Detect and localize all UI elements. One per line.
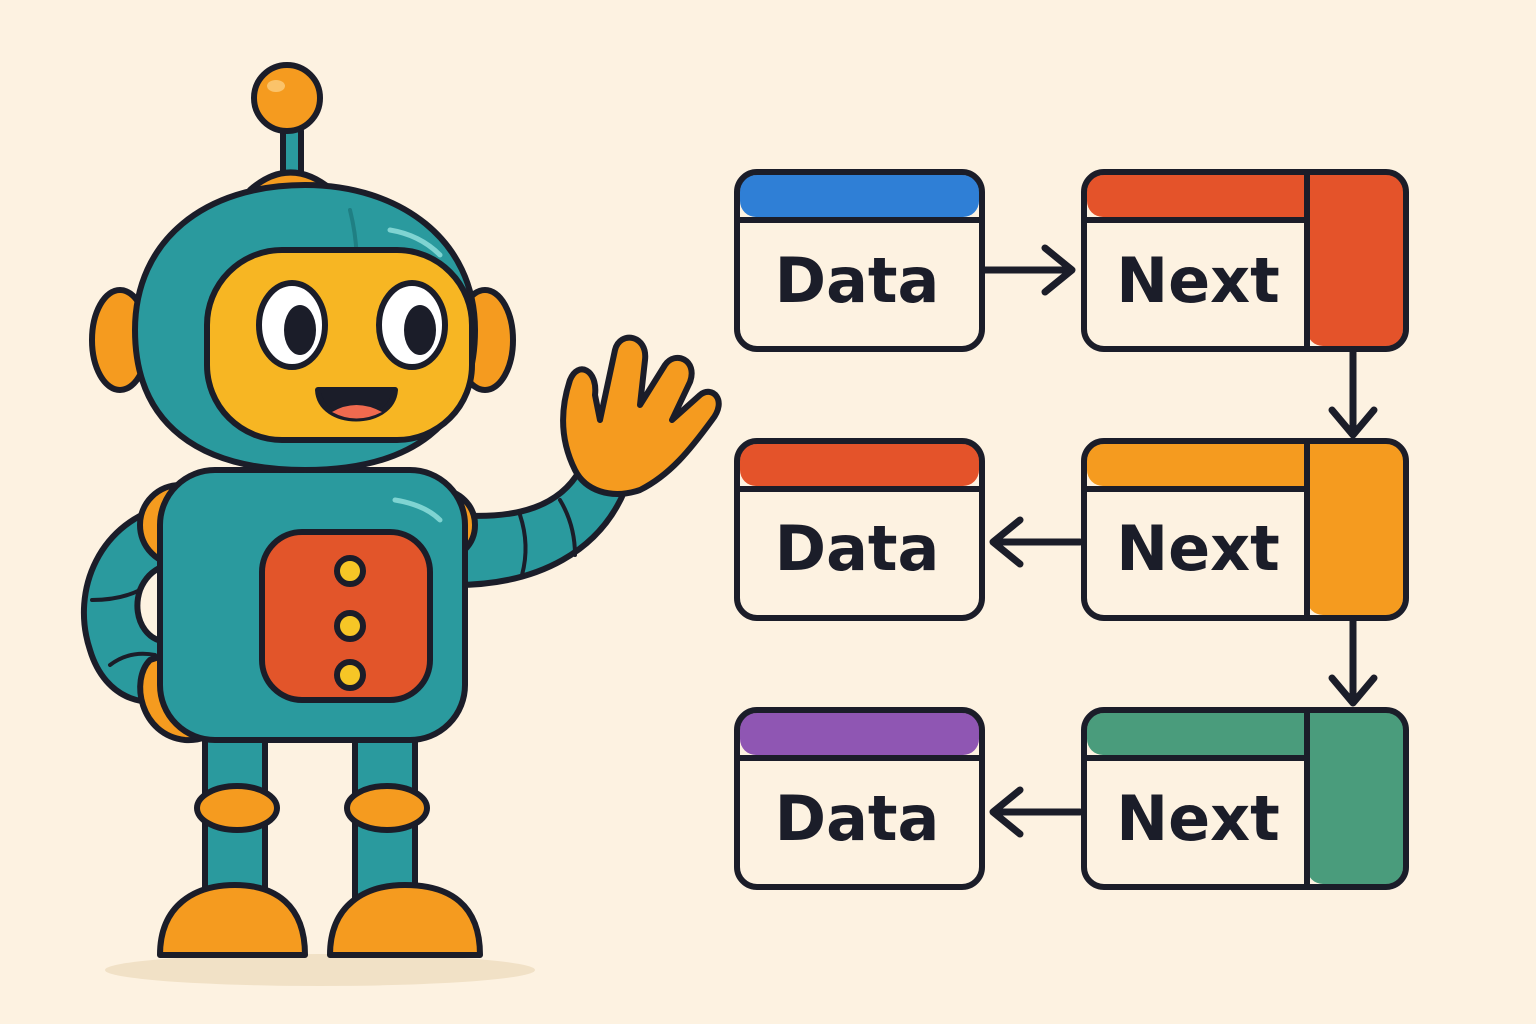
next-node-pointer bbox=[1307, 175, 1403, 346]
left-foot bbox=[157, 882, 308, 958]
data-node: Data bbox=[734, 707, 985, 890]
data-node-label: Data bbox=[775, 512, 940, 585]
arrow-left-icon bbox=[989, 786, 1084, 838]
eye-icon bbox=[376, 280, 448, 370]
ground-shadow bbox=[105, 954, 535, 986]
illustration: Data Next Data Next Data Next bbox=[0, 0, 1536, 1024]
antenna-ball-icon bbox=[247, 62, 335, 193]
data-node-accent bbox=[740, 713, 979, 755]
data-node-accent bbox=[740, 444, 979, 486]
linked-list-illustration: Data Next Data Next Data Next bbox=[80, 62, 1409, 986]
left-knee bbox=[194, 783, 280, 833]
data-node-accent bbox=[740, 175, 979, 217]
arrow-down-icon bbox=[1328, 346, 1378, 439]
arrow-down-icon bbox=[1328, 615, 1378, 707]
waving-hand-icon bbox=[560, 334, 722, 497]
chest-button bbox=[334, 610, 366, 642]
next-node: Next bbox=[1081, 169, 1409, 352]
chest-button bbox=[334, 659, 366, 691]
data-node: Data bbox=[734, 438, 985, 621]
chest-button bbox=[334, 555, 366, 587]
next-node-pointer bbox=[1307, 444, 1403, 615]
next-node-label: Next bbox=[1116, 512, 1280, 585]
next-node-label: Next bbox=[1116, 782, 1280, 855]
next-node-label: Next bbox=[1116, 244, 1280, 317]
arrow-right-icon bbox=[981, 244, 1076, 296]
list-row: Data Next bbox=[734, 438, 1409, 621]
data-node-label: Data bbox=[775, 244, 940, 317]
chest-buttons bbox=[334, 555, 366, 691]
data-node: Data bbox=[734, 169, 985, 352]
eye-icon bbox=[256, 280, 328, 370]
linked-list-diagram: Data Next Data Next Data Next bbox=[734, 169, 1409, 890]
robot-mascot bbox=[80, 62, 722, 986]
next-node: Next bbox=[1081, 707, 1409, 890]
list-row: Data Next bbox=[734, 707, 1409, 890]
list-row: Data Next bbox=[734, 169, 1409, 352]
data-node-label: Data bbox=[775, 782, 940, 855]
right-knee bbox=[344, 783, 430, 833]
next-node-pointer bbox=[1307, 713, 1403, 884]
arrow-left-icon bbox=[989, 516, 1084, 568]
next-node: Next bbox=[1081, 438, 1409, 621]
